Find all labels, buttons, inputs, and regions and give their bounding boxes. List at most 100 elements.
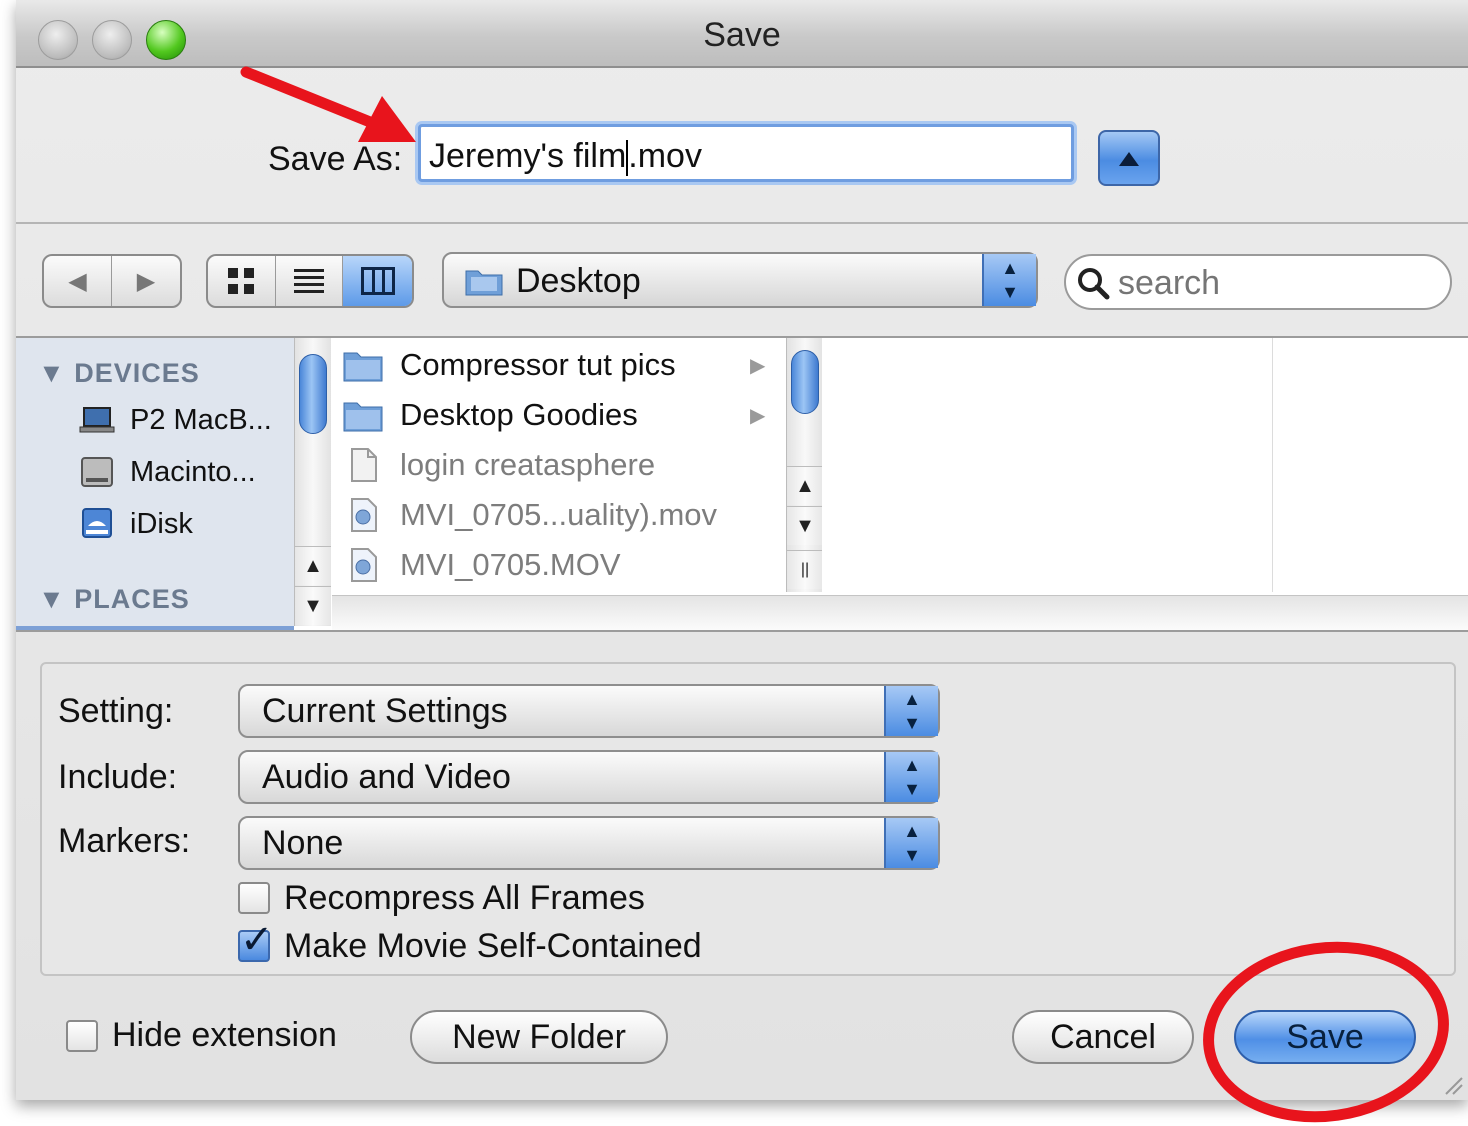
file-row[interactable]: MVI_0705.MOV: [342, 540, 772, 590]
icon-view-button[interactable]: [208, 256, 276, 306]
file-column-scroll-thumb[interactable]: [791, 350, 819, 414]
toolbar: ◀ ▶ Desktop ▲ ▼: [16, 224, 1468, 334]
filename-extension: .mov: [628, 137, 702, 175]
setting-value: Current Settings: [262, 692, 508, 730]
sidebar-devices-header[interactable]: ▼ DEVICES: [38, 358, 200, 389]
recompress-checkbox[interactable]: [238, 882, 270, 914]
folder-icon: [343, 352, 383, 382]
sidebar-item-label: Macinto...: [130, 455, 256, 488]
search-icon: [1078, 268, 1110, 300]
hide-extension-checkbox[interactable]: [66, 1019, 98, 1052]
file-name: MVI_0705...uality).mov: [400, 497, 718, 532]
search-input[interactable]: [1116, 262, 1440, 304]
include-label: Include:: [58, 758, 178, 796]
disclosure-down-icon: ▼: [38, 358, 75, 388]
include-value: Audio and Video: [262, 758, 511, 796]
setting-popup[interactable]: Current Settings ▲ ▼: [238, 684, 940, 738]
file-name: Desktop Goodies: [400, 397, 638, 432]
checkmark-icon: ✓: [240, 918, 274, 962]
folder-icon: [343, 402, 383, 432]
sidebar-scroll-thumb[interactable]: [299, 354, 327, 434]
column-view-button[interactable]: [343, 256, 412, 306]
file-row[interactable]: Compressor tut pics ▶: [342, 340, 772, 390]
recompress-label: Recompress All Frames: [284, 878, 645, 917]
disclosure-down-icon: ▼: [38, 584, 75, 614]
popup-stepper-icon: ▲ ▼: [884, 686, 938, 736]
sidebar-item-hard-drive[interactable]: Macinto...: [78, 452, 256, 492]
movie-file-icon: [351, 498, 377, 532]
markers-label: Markers:: [58, 822, 191, 860]
sidebar-item-idisk[interactable]: iDisk: [78, 504, 193, 544]
idisk-icon: [82, 508, 112, 538]
file-name: login creatasphere: [400, 447, 656, 482]
self-contained-checkbox-row[interactable]: ✓ Make Movie Self-Contained: [238, 920, 702, 968]
sidebar-places-header[interactable]: ▼ PLACES: [38, 584, 190, 615]
setting-label: Setting:: [58, 692, 174, 730]
movie-file-icon: [351, 548, 377, 582]
button-bar: Hide extension New Folder Cancel Save: [16, 986, 1468, 1100]
markers-popup[interactable]: None ▲ ▼: [238, 816, 940, 870]
disclosure-right-icon: ▶: [750, 404, 766, 427]
folder-icon: [465, 270, 503, 296]
back-arrow-icon: ◀: [68, 267, 87, 295]
hard-drive-icon: [81, 457, 113, 487]
file-row[interactable]: MVI_0705...uality).mov: [342, 490, 772, 540]
popup-stepper-icon: ▲ ▼: [884, 752, 938, 802]
scroll-down-button[interactable]: ▼: [295, 586, 331, 625]
sidebar-scrollbar[interactable]: ▲ ▼: [294, 338, 331, 626]
file-row[interactable]: Desktop Goodies ▶: [342, 390, 772, 440]
file-browser: ▼ DEVICES P2 MacB... Macinto... iDisk ▼ …: [16, 336, 1468, 632]
disclosure-right-icon: ▶: [750, 354, 766, 377]
file-name: Compressor tut pics: [400, 347, 676, 382]
resize-grip-icon[interactable]: [1442, 1074, 1464, 1096]
file-name: MVI_0705.MOV: [400, 547, 621, 582]
self-contained-label: Make Movie Self-Contained: [284, 926, 702, 965]
file-column-scrollbar[interactable]: ▲ ▼ ||: [786, 338, 823, 592]
forward-arrow-icon: ▶: [136, 267, 156, 295]
icon-view-icon: [228, 268, 255, 294]
cancel-button[interactable]: Cancel: [1012, 1010, 1194, 1064]
hide-extension-row[interactable]: Hide extension: [66, 1016, 337, 1055]
sidebar-item-label: iDisk: [130, 507, 193, 540]
save-button[interactable]: Save: [1234, 1010, 1416, 1064]
scroll-up-button[interactable]: ▲: [295, 546, 331, 585]
sidebar-selection-edge: [16, 626, 294, 630]
back-button[interactable]: ◀: [44, 256, 112, 306]
search-field[interactable]: [1064, 254, 1452, 310]
popup-stepper-icon: ▲ ▼: [982, 254, 1036, 306]
include-popup[interactable]: Audio and Video ▲ ▼: [238, 750, 940, 804]
triangle-up-icon: [1119, 152, 1139, 167]
file-row[interactable]: login creatasphere: [342, 440, 772, 490]
hide-extension-label: Hide extension: [112, 1016, 337, 1054]
horizontal-scrollbar[interactable]: [332, 595, 1468, 630]
forward-button[interactable]: ▶: [112, 256, 180, 306]
filename-text: Jeremy's film: [429, 137, 627, 175]
empty-column: [822, 338, 1273, 592]
collapse-browser-button[interactable]: [1098, 130, 1160, 186]
markers-value: None: [262, 824, 344, 862]
sidebar: ▼ DEVICES P2 MacB... Macinto... iDisk ▼ …: [16, 338, 294, 630]
location-label: Desktop: [516, 262, 641, 300]
annotation-arrow-icon: [240, 66, 416, 142]
file-column: Compressor tut pics ▶ Desktop Goodies ▶ …: [332, 338, 772, 630]
popup-stepper-icon: ▲ ▼: [884, 818, 938, 868]
document-icon: [351, 448, 377, 482]
scroll-down-button[interactable]: ▼: [787, 506, 823, 545]
window-title: Save: [703, 16, 781, 54]
sidebar-item-laptop[interactable]: P2 MacB...: [78, 400, 272, 440]
location-popup[interactable]: Desktop ▲ ▼: [442, 252, 1038, 308]
export-options-panel: Setting: Current Settings ▲ ▼ Include: Au…: [40, 662, 1456, 976]
scroll-up-button[interactable]: ▲: [787, 466, 823, 505]
list-view-icon: [294, 269, 324, 293]
sidebar-item-label: P2 MacB...: [130, 403, 272, 436]
laptop-icon: [79, 407, 115, 433]
recompress-checkbox-row[interactable]: Recompress All Frames: [238, 876, 645, 920]
navigation-segment: ◀ ▶: [42, 254, 182, 308]
list-view-button[interactable]: [276, 256, 344, 306]
save-dialog: Save Save As: Jeremy's film.mov ◀ ▶ Desk…: [16, 0, 1468, 1100]
column-view-icon: [360, 267, 395, 295]
column-resize-handle[interactable]: ||: [787, 550, 823, 589]
self-contained-checkbox[interactable]: ✓: [238, 920, 274, 962]
save-as-field[interactable]: Jeremy's film.mov: [418, 124, 1074, 182]
new-folder-button[interactable]: New Folder: [410, 1010, 668, 1064]
